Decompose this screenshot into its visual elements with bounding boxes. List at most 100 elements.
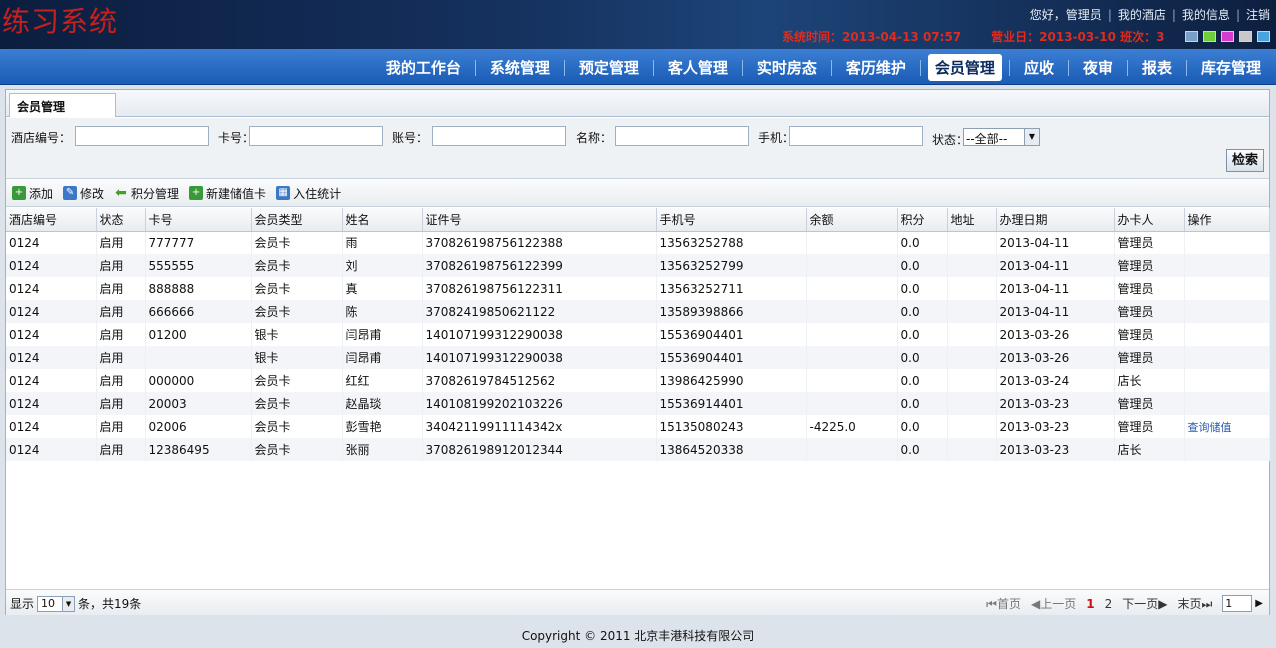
column-header[interactable]: 状态 (96, 208, 146, 232)
column-header[interactable]: 证件号 (422, 208, 657, 232)
tab-member-management[interactable]: 会员管理 (9, 93, 116, 117)
nav-item-3[interactable]: 客人管理 (661, 54, 735, 81)
table-row[interactable]: 0124 启用 555555 会员卡刘 370826198756122399 135632… (6, 254, 1270, 277)
theme-swatch-2[interactable] (1221, 31, 1234, 42)
column-header[interactable]: 操作 (1184, 208, 1270, 232)
new-stored-card-button[interactable]: + 新建储值卡 (189, 185, 266, 202)
table-cell: 0124 (6, 438, 97, 461)
theme-swatch-4[interactable] (1257, 31, 1270, 42)
table-row[interactable]: 0124 启用 666666 会员卡陈 37082419850621122 1358939… (6, 300, 1270, 323)
nav-item-2[interactable]: 预定管理 (572, 54, 646, 81)
table-body: 0124 启用 777777 会员卡雨 370826198756122388 135632… (6, 231, 1270, 461)
nav-item-0[interactable]: 我的工作台 (379, 54, 468, 81)
column-header[interactable]: 地址 (947, 208, 997, 232)
theme-swatch-0[interactable] (1185, 31, 1198, 42)
column-header[interactable]: 酒店编号 (6, 208, 97, 232)
table-row[interactable]: 0124 启用 12386495 会员卡 张丽 370826198912012344 138… (6, 438, 1270, 461)
next-page-button[interactable]: 下一页▶ (1122, 595, 1167, 612)
add-button[interactable]: + 添加 (12, 185, 53, 202)
points-label: 积分管理 (131, 186, 180, 201)
goto-page-input[interactable]: 1 (1222, 595, 1253, 612)
column-header[interactable]: 手机号 (656, 208, 807, 232)
table-cell (947, 369, 997, 392)
table-row[interactable]: 0124 启用 01200 银卡 闫昂甫 140107199312290038 155369… (6, 323, 1270, 346)
name-input[interactable] (615, 126, 749, 146)
table-cell: 0.0 (897, 369, 948, 392)
nav-separator (919, 59, 921, 76)
column-header[interactable]: 卡号 (145, 208, 252, 232)
table-cell: 140108199202103226 (422, 392, 657, 415)
edit-button[interactable]: ✎ 修改 (63, 185, 104, 202)
prev-page-button[interactable]: ◀上一页 (1031, 595, 1076, 612)
account-input[interactable] (432, 126, 566, 146)
table-cell: 0.0 (897, 392, 948, 415)
table-cell: 会员卡 (251, 392, 343, 415)
page-size-select[interactable]: 10 ▼ (37, 595, 76, 612)
column-header[interactable]: 办卡人 (1114, 208, 1185, 232)
table-cell (947, 346, 997, 369)
column-header[interactable]: 姓名 (342, 208, 423, 232)
column-header[interactable]: 办理日期 (996, 208, 1115, 232)
status-select[interactable]: --全部-- ▼ (963, 128, 1040, 146)
nav-item-8[interactable]: 夜审 (1076, 54, 1120, 81)
table-cell: 刘 (342, 254, 423, 277)
phone-input[interactable] (789, 126, 923, 146)
add-icon: + (12, 186, 26, 200)
table-row[interactable]: 0124 启用 000000 会员卡 红红 37082619784512562 139864… (6, 369, 1270, 392)
table-cell: 0124 (6, 346, 97, 369)
column-header[interactable]: 余额 (806, 208, 898, 232)
member-table: 酒店编号 状态 卡号 会员类型 姓名 证件号 手机号 余额 积分 地址 办理日期 办卡人 操作 0124… (6, 208, 1270, 461)
table-cell: 启用 (96, 254, 146, 277)
card-no-input[interactable] (249, 126, 383, 146)
content-panel: 会员管理 酒店编号： 卡号： 账号： 名称： 手机： 状态： --全部-- ▼ 检… (5, 89, 1270, 615)
system-status: 系统时间：2013-04-13 07:57 营业日：2013-03-10 班次：3 (782, 28, 1165, 45)
nav-item-1[interactable]: 系统管理 (483, 54, 557, 81)
nav-item-5[interactable]: 客历维护 (839, 54, 913, 81)
greeting-link[interactable]: 您好，管理员 (1030, 8, 1102, 22)
last-page-button[interactable]: 末页⏭ (1177, 595, 1212, 612)
logout-link[interactable]: 注销 (1246, 8, 1270, 22)
pager: 显示 10 ▼ 条，共19条 ⏮首页 ◀上一页 1 2 下一页▶ 末页⏭ 1 ▶ (6, 589, 1269, 615)
table-cell: 13563252799 (656, 254, 807, 277)
points-button[interactable]: ⬅ 积分管理 (114, 185, 179, 202)
my-hotel-link[interactable]: 我的酒店 (1118, 8, 1166, 22)
table-row[interactable]: 0124 启用 银卡 闫昂甫 140107199312290038 15536904401… (6, 346, 1270, 369)
nav-item-7[interactable]: 应收 (1017, 54, 1061, 81)
table-row[interactable]: 0124 启用 777777 会员卡雨 370826198756122388 135632… (6, 231, 1270, 254)
table-cell: 02006 (145, 415, 252, 438)
page-size-group: 显示 10 ▼ 条，共19条 (10, 595, 141, 612)
table-cell (1184, 392, 1270, 415)
table-cell: 777777 (145, 231, 252, 254)
last-page-label: 末页 (1177, 597, 1202, 611)
table-row[interactable]: 0124 启用 888888 会员卡真 370826198756122311 135632… (6, 277, 1270, 300)
table-cell (806, 438, 898, 461)
query-stored-value-link[interactable]: 查询储值 (1188, 421, 1232, 434)
checkin-stats-button[interactable]: ▦ 入住统计 (276, 185, 341, 202)
theme-swatch-1[interactable] (1203, 31, 1216, 42)
search-button[interactable]: 检索 (1226, 149, 1264, 172)
column-header[interactable]: 会员类型 (251, 208, 343, 232)
table-row[interactable]: 0124 启用 02006 会员卡 彭雪艳 34042119911114342x 15135… (6, 415, 1270, 438)
hotel-no-input[interactable] (75, 126, 209, 146)
table-cell: 启用 (96, 415, 146, 438)
table-cell: 37082619784512562 (422, 369, 657, 392)
nav-item-4[interactable]: 实时房态 (750, 54, 824, 81)
table-cell: 管理员 (1114, 254, 1185, 277)
table-cell: 15536904401 (656, 346, 807, 369)
table-cell (1184, 438, 1270, 461)
next-page-label: 下一页 (1122, 597, 1159, 611)
nav-item-10[interactable]: 库存管理 (1194, 54, 1268, 81)
first-page-button[interactable]: ⏮首页 (986, 595, 1021, 612)
theme-swatch-3[interactable] (1239, 31, 1252, 42)
table-cell: 2013-03-26 (996, 346, 1115, 369)
nav-item-6[interactable]: 会员管理 (927, 54, 1002, 81)
table-row[interactable]: 0124 启用 20003 会员卡 赵晶琰 140108199202103226 15536… (6, 392, 1270, 415)
go-arrow-icon[interactable]: ▶ (1255, 598, 1263, 609)
nav-item-9[interactable]: 报表 (1135, 54, 1179, 81)
my-info-link[interactable]: 我的信息 (1182, 8, 1230, 22)
table-cell: 13563252711 (656, 277, 807, 300)
table-cell: 15536914401 (656, 392, 807, 415)
page-1[interactable]: 1 (1086, 597, 1094, 611)
page-2[interactable]: 2 (1105, 597, 1113, 611)
column-header[interactable]: 积分 (897, 208, 948, 232)
